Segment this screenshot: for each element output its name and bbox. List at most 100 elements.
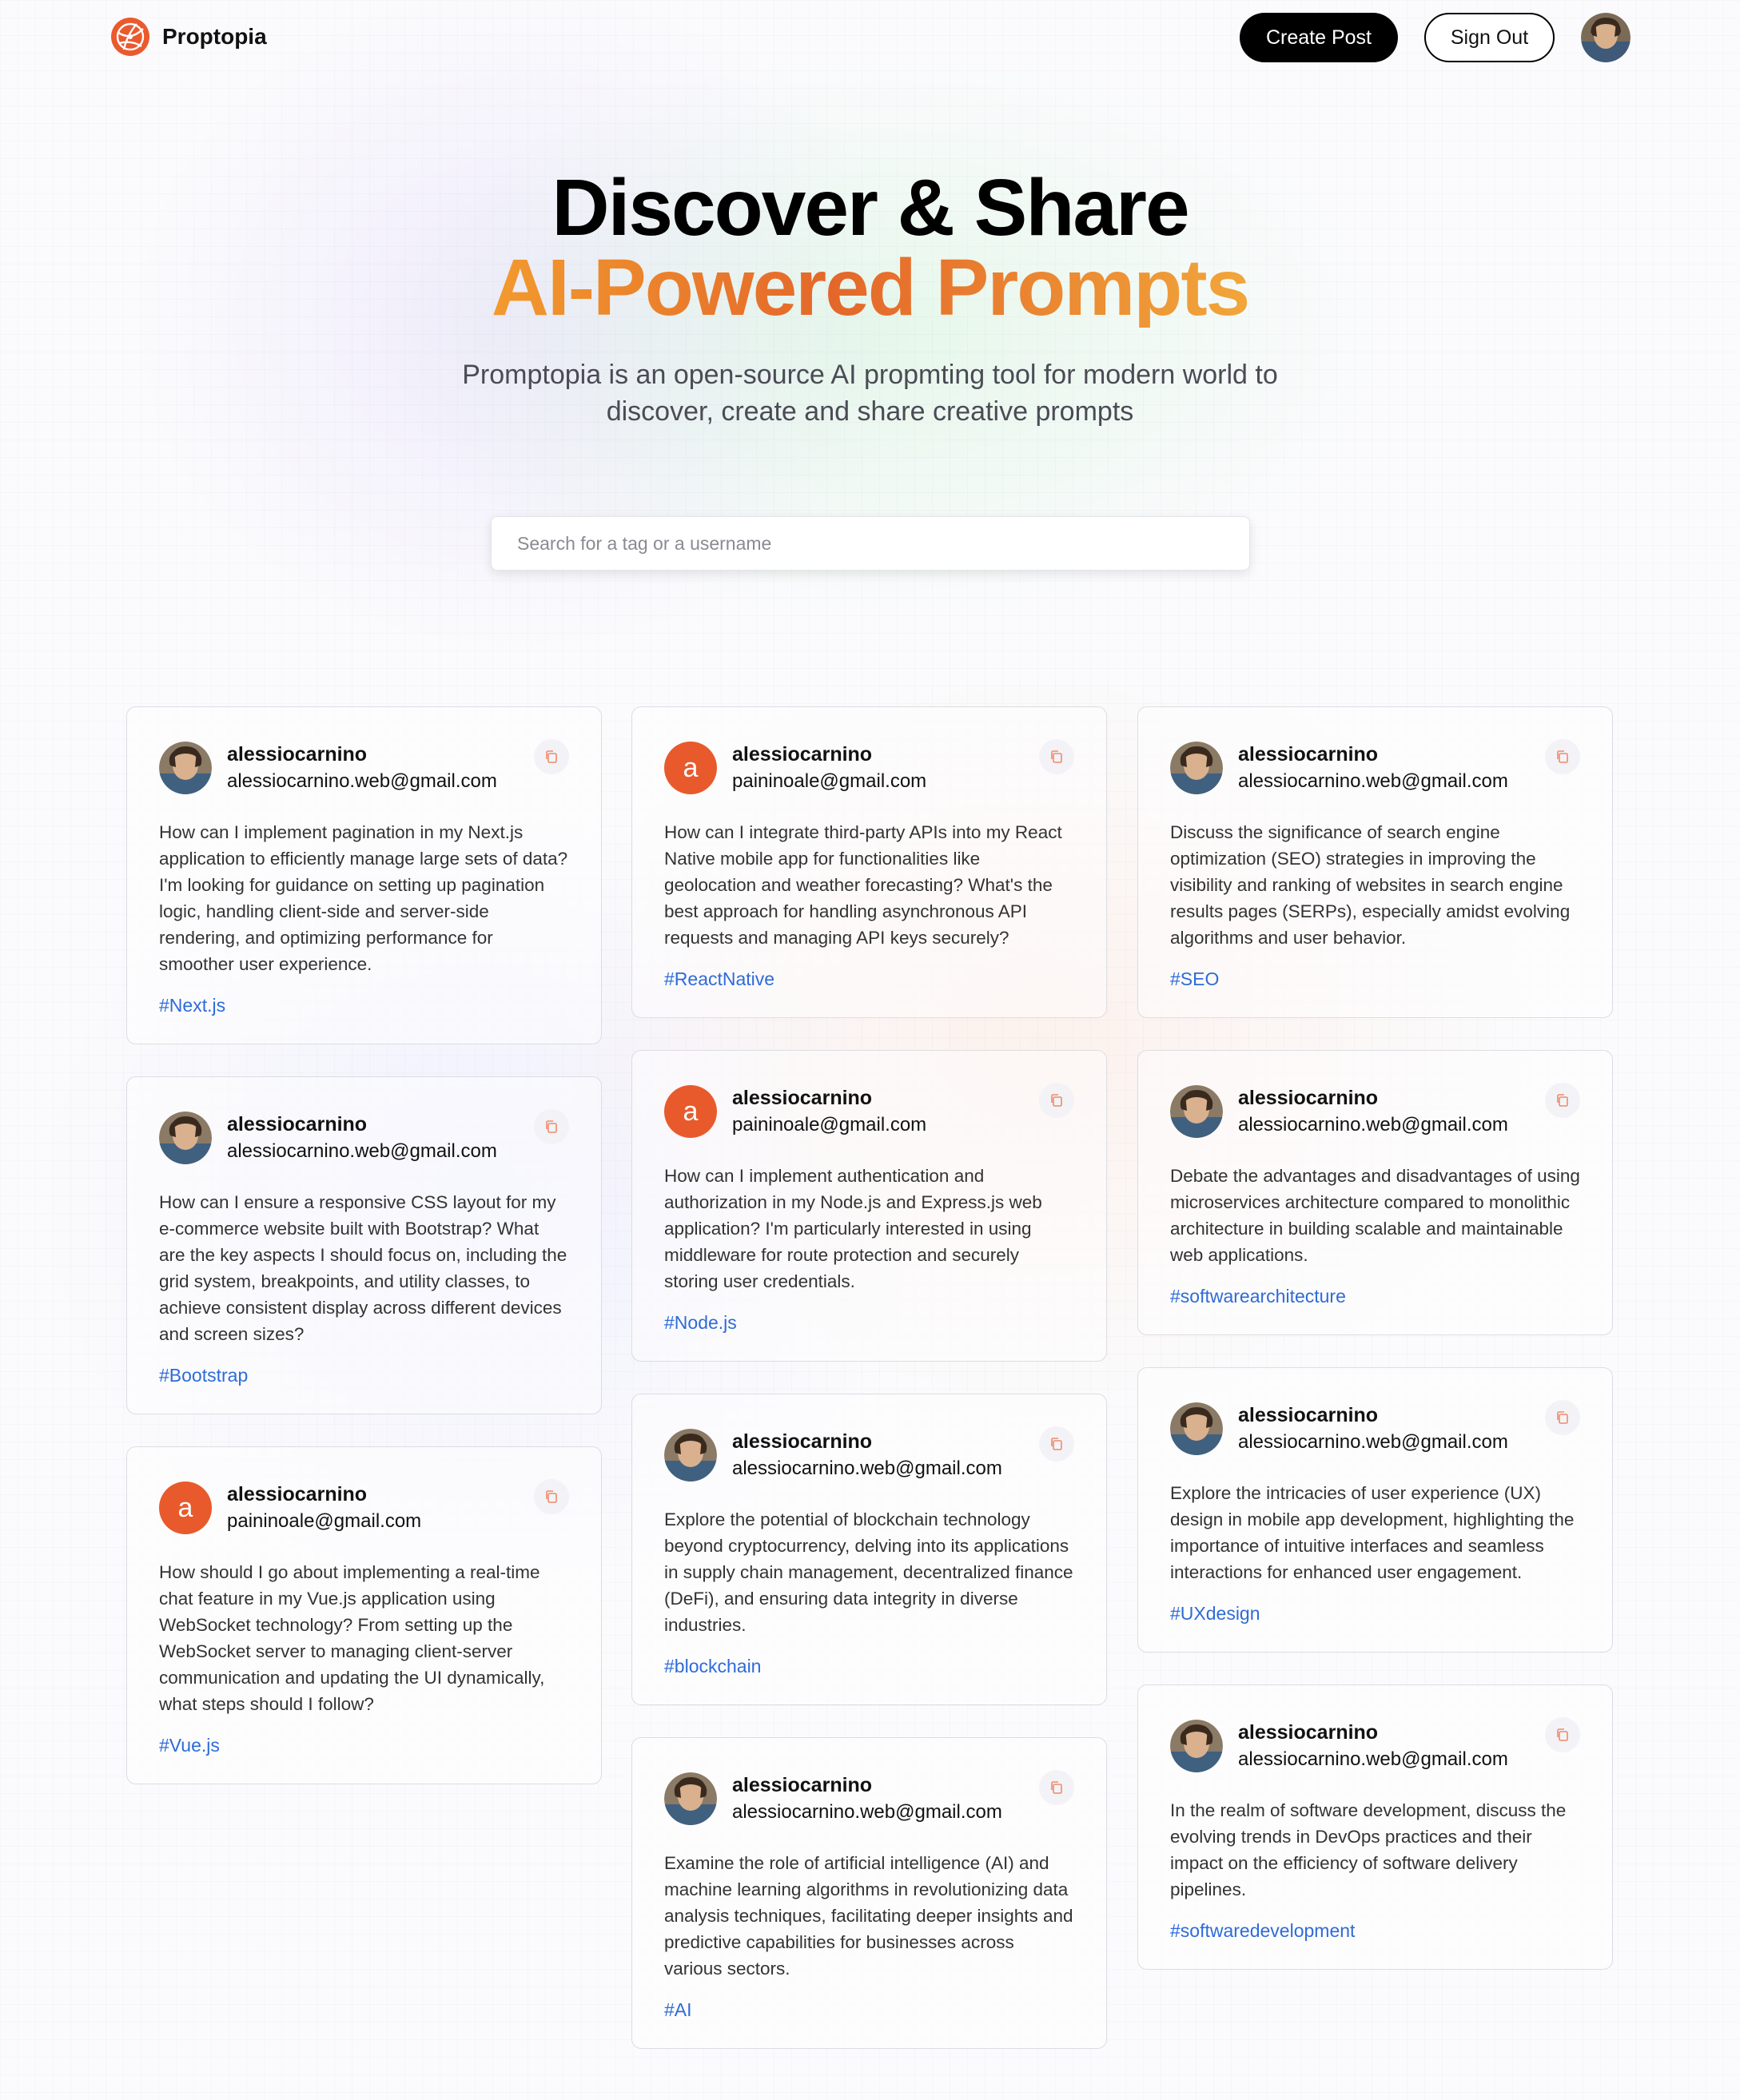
user-avatar[interactable]: [1170, 1085, 1223, 1138]
card-header: alessiocarnino alessiocarnino.web@gmail.…: [1170, 741, 1580, 795]
username: alessiocarnino: [227, 743, 368, 766]
user-avatar[interactable]: [1170, 742, 1223, 794]
prompt-tag[interactable]: #UXdesign: [1170, 1603, 1260, 1625]
prompt-tag[interactable]: #Bootstrap: [159, 1365, 248, 1386]
prompt-card: alessiocarnino alessiocarnino.web@gmail.…: [1137, 1367, 1613, 1653]
prompt-card: a alessiocarnino paininoale@gmail.com Ho…: [631, 1050, 1107, 1362]
hero-title-line2: AI-Powered Prompts: [491, 243, 1250, 332]
feed-column: alessiocarnino alessiocarnino.web@gmail.…: [126, 706, 602, 1816]
copy-button[interactable]: [1545, 1083, 1580, 1118]
user-avatar[interactable]: a: [664, 742, 717, 794]
brand-name: Proptopia: [162, 24, 267, 49]
card-header: alessiocarnino alessiocarnino.web@gmail.…: [664, 1772, 1074, 1826]
user-email: paininoale@gmail.com: [732, 1114, 927, 1136]
prompt-text: How can I implement authentication and a…: [664, 1166, 1042, 1291]
username: alessiocarnino: [1238, 1087, 1379, 1109]
prompt-card: alessiocarnino alessiocarnino.web@gmail.…: [126, 706, 602, 1044]
user-info[interactable]: alessiocarnino alessiocarnino.web@gmail.…: [227, 741, 497, 795]
user-info[interactable]: alessiocarnino alessiocarnino.web@gmail.…: [227, 1111, 497, 1165]
user-avatar[interactable]: [159, 742, 212, 794]
copy-icon: [1051, 1781, 1062, 1794]
card-header: a alessiocarnino paininoale@gmail.com: [664, 1084, 1074, 1139]
prompt-tag[interactable]: #softwaredevelopment: [1170, 1920, 1355, 1942]
copy-icon: [546, 1490, 557, 1503]
prompt-card: a alessiocarnino paininoale@gmail.com Ho…: [126, 1446, 602, 1784]
copy-button[interactable]: [534, 1109, 569, 1144]
copy-button[interactable]: [1545, 1717, 1580, 1752]
user-info[interactable]: alessiocarnino paininoale@gmail.com: [227, 1481, 421, 1535]
copy-button[interactable]: [1039, 1770, 1074, 1805]
copy-icon: [546, 1120, 557, 1133]
card-header: alessiocarnino alessiocarnino.web@gmail.…: [1170, 1719, 1580, 1773]
user-info[interactable]: alessiocarnino paininoale@gmail.com: [732, 1084, 926, 1139]
prompt-tag[interactable]: #softwarearchitecture: [1170, 1286, 1346, 1307]
card-header: a alessiocarnino paininoale@gmail.com: [664, 741, 1074, 795]
prompt-card: alessiocarnino alessiocarnino.web@gmail.…: [631, 1737, 1107, 2049]
create-post-button[interactable]: Create Post: [1240, 13, 1398, 62]
copy-button[interactable]: [1545, 739, 1580, 774]
user-avatar[interactable]: [1170, 1402, 1223, 1455]
user-avatar[interactable]: [664, 1772, 717, 1825]
user-avatar[interactable]: a: [159, 1482, 212, 1534]
card-header: a alessiocarnino paininoale@gmail.com: [159, 1481, 569, 1535]
user-avatar[interactable]: [664, 1429, 717, 1482]
copy-button[interactable]: [1039, 1083, 1074, 1118]
card-header: alessiocarnino alessiocarnino.web@gmail.…: [1170, 1084, 1580, 1139]
copy-icon: [1557, 750, 1568, 763]
card-header: alessiocarnino alessiocarnino.web@gmail.…: [159, 741, 569, 795]
prompt-text: Discuss the significance of search engin…: [1170, 822, 1571, 948]
user-email: alessiocarnino.web@gmail.com: [227, 770, 497, 792]
copy-button[interactable]: [534, 739, 569, 774]
username: alessiocarnino: [1238, 1404, 1379, 1426]
card-header: alessiocarnino alessiocarnino.web@gmail.…: [159, 1111, 569, 1165]
user-avatar[interactable]: a: [664, 1085, 717, 1138]
brand[interactable]: Proptopia: [109, 16, 267, 58]
user-email: alessiocarnino.web@gmail.com: [732, 1801, 1002, 1823]
prompt-text: Examine the role of artificial intellige…: [664, 1853, 1073, 1979]
prompt-tag[interactable]: #Vue.js: [159, 1735, 220, 1756]
username: alessiocarnino: [227, 1113, 368, 1136]
prompt-tag[interactable]: #Node.js: [664, 1312, 737, 1334]
user-info[interactable]: alessiocarnino alessiocarnino.web@gmail.…: [732, 1772, 1002, 1826]
prompt-tag[interactable]: #ReactNative: [664, 968, 774, 990]
copy-button[interactable]: [1039, 739, 1074, 774]
sign-out-button[interactable]: Sign Out: [1424, 13, 1555, 62]
feed-column: a alessiocarnino paininoale@gmail.com Ho…: [631, 706, 1107, 2081]
prompt-card: alessiocarnino alessiocarnino.web@gmail.…: [631, 1394, 1107, 1705]
prompt-text: Explore the potential of blockchain tech…: [664, 1509, 1073, 1635]
user-info[interactable]: alessiocarnino alessiocarnino.web@gmail.…: [732, 1428, 1002, 1482]
prompt-text: How can I ensure a responsive CSS layout…: [159, 1192, 567, 1344]
user-avatar[interactable]: [159, 1112, 212, 1164]
copy-button[interactable]: [534, 1479, 569, 1514]
prompt-tag[interactable]: #AI: [664, 1999, 692, 2021]
user-email: alessiocarnino.web@gmail.com: [732, 1458, 1002, 1479]
user-info[interactable]: alessiocarnino alessiocarnino.web@gmail.…: [1238, 741, 1508, 795]
user-info[interactable]: alessiocarnino alessiocarnino.web@gmail.…: [1238, 1084, 1508, 1139]
prompt-text: Explore the intricacies of user experien…: [1170, 1483, 1575, 1582]
prompt-card: a alessiocarnino paininoale@gmail.com Ho…: [631, 706, 1107, 1018]
user-email: alessiocarnino.web@gmail.com: [227, 1140, 497, 1162]
prompt-text: Debate the advantages and disadvantages …: [1170, 1166, 1580, 1265]
prompt-card: alessiocarnino alessiocarnino.web@gmail.…: [1137, 1684, 1613, 1970]
username: alessiocarnino: [732, 1430, 873, 1453]
hero-title: Discover & Share AI-Powered Prompts: [0, 168, 1740, 328]
prompt-tag[interactable]: #Next.js: [159, 995, 225, 1016]
feed-column: alessiocarnino alessiocarnino.web@gmail.…: [1137, 706, 1613, 2002]
top-nav: Proptopia Create Post Sign Out: [0, 0, 1740, 75]
prompt-text: In the realm of software development, di…: [1170, 1800, 1567, 1899]
prompt-tag[interactable]: #blockchain: [664, 1656, 761, 1677]
prompt-tag[interactable]: #SEO: [1170, 968, 1219, 990]
hero: Discover & Share AI-Powered Prompts Prom…: [0, 168, 1740, 430]
search-bar: [491, 516, 1250, 571]
user-avatar[interactable]: [1581, 13, 1631, 62]
user-info[interactable]: alessiocarnino paininoale@gmail.com: [732, 741, 926, 795]
username: alessiocarnino: [1238, 1721, 1379, 1744]
copy-button[interactable]: [1039, 1426, 1074, 1462]
user-email: paininoale@gmail.com: [732, 770, 927, 792]
copy-button[interactable]: [1545, 1400, 1580, 1435]
user-avatar[interactable]: [1170, 1720, 1223, 1772]
user-info[interactable]: alessiocarnino alessiocarnino.web@gmail.…: [1238, 1719, 1508, 1773]
user-info[interactable]: alessiocarnino alessiocarnino.web@gmail.…: [1238, 1402, 1508, 1456]
username: alessiocarnino: [732, 743, 873, 766]
search-input[interactable]: [491, 516, 1250, 571]
